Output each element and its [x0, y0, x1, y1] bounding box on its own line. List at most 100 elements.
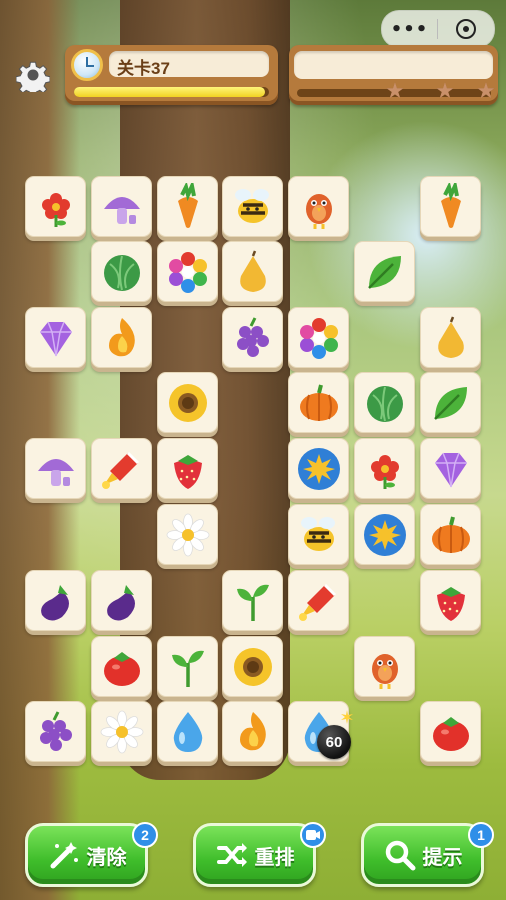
more-menu-button[interactable]: •••: [382, 19, 437, 40]
tile[interactable]: [91, 570, 152, 631]
grape-icon: [237, 317, 269, 357]
strawberry-icon: [437, 587, 465, 621]
bee-icon: [301, 517, 335, 551]
tile[interactable]: [25, 176, 86, 237]
eggplant-icon: [41, 585, 69, 621]
tile[interactable]: [25, 438, 86, 499]
tile[interactable]: [420, 176, 481, 237]
hint-button[interactable]: 提示: [361, 823, 484, 887]
clear-button[interactable]: 清除: [25, 823, 148, 887]
flame-icon: [240, 712, 266, 751]
level-name-field: 关卡37: [109, 51, 269, 78]
magnifier-icon: [385, 840, 415, 871]
gear-icon[interactable]: [16, 58, 50, 92]
shuffle-button[interactable]: 重排: [193, 823, 316, 887]
tile[interactable]: [157, 438, 218, 499]
tile[interactable]: [420, 438, 481, 499]
tile[interactable]: [91, 438, 152, 499]
sun-badge-icon: [364, 514, 406, 556]
flower-icon: [371, 455, 399, 489]
tile[interactable]: [157, 701, 218, 762]
rocket-icon: [102, 451, 140, 489]
tile[interactable]: [222, 241, 283, 302]
tile[interactable]: [420, 372, 481, 433]
tile[interactable]: [25, 701, 86, 762]
tile[interactable]: [157, 636, 218, 697]
tile[interactable]: [354, 504, 415, 565]
pumpkin-icon: [300, 384, 338, 421]
tile[interactable]: [420, 307, 481, 368]
clock-icon: [71, 49, 103, 81]
gem-icon: [435, 452, 467, 488]
tile[interactable]: [288, 176, 349, 237]
sunflower-icon: [169, 384, 207, 422]
tile[interactable]: [288, 372, 349, 433]
leaf-icon: [434, 387, 467, 420]
gem-icon: [40, 321, 72, 357]
carrot-icon: [441, 183, 461, 228]
cabbage-icon: [367, 386, 403, 422]
tile[interactable]: [222, 307, 283, 368]
tile[interactable]: [91, 307, 152, 368]
tile[interactable]: [288, 438, 349, 499]
sprout-icon: [172, 650, 204, 687]
strawberry-icon: [174, 455, 202, 489]
tile[interactable]: [222, 176, 283, 237]
star-panel: ★ ★ ★: [289, 45, 498, 105]
tile[interactable]: [157, 241, 218, 302]
grape-icon: [40, 711, 72, 751]
clear-count-badge: 2: [132, 822, 158, 848]
tile[interactable]: [354, 372, 415, 433]
star-icon: ★: [476, 79, 496, 104]
rainbow-flower-icon: [169, 252, 207, 293]
sunflower-icon: [234, 648, 272, 686]
tile[interactable]: [354, 438, 415, 499]
tile[interactable]: [354, 241, 415, 302]
tile[interactable]: [25, 570, 86, 631]
target-icon: [456, 19, 476, 39]
level-progress-fill: [74, 87, 266, 97]
sprout-icon: [237, 584, 269, 621]
bird-icon: [306, 194, 332, 229]
star-name-field: [294, 51, 493, 79]
tile[interactable]: [222, 701, 283, 762]
tile[interactable]: [91, 241, 152, 302]
tomato-icon: [104, 652, 140, 686]
tile[interactable]: [288, 570, 349, 631]
level-panel: 关卡37: [65, 45, 278, 105]
sun-badge-icon: [298, 448, 340, 490]
miniprogram-capsule: •••: [381, 10, 495, 48]
tile[interactable]: [420, 570, 481, 631]
tile[interactable]: [288, 504, 349, 565]
tile[interactable]: [354, 636, 415, 697]
tile[interactable]: [91, 701, 152, 762]
tile[interactable]: [157, 176, 218, 237]
tile[interactable]: [288, 307, 349, 368]
mushroom-icon: [38, 459, 74, 486]
pear-icon: [240, 250, 266, 292]
pear-icon: [438, 316, 464, 358]
rainbow-flower-icon: [300, 318, 338, 359]
tile[interactable]: [222, 570, 283, 631]
bird-icon: [372, 654, 398, 689]
clear-button-label: 清除: [86, 844, 127, 869]
tile[interactable]: [25, 307, 86, 368]
star-icon: ★: [435, 79, 455, 104]
tile[interactable]: [91, 176, 152, 237]
tile[interactable]: [420, 701, 481, 762]
carrot-icon: [178, 183, 198, 228]
tile[interactable]: [157, 504, 218, 565]
level-progress-bar: [74, 87, 269, 97]
tile[interactable]: [420, 504, 481, 565]
hint-button-label: 提示: [422, 844, 463, 869]
mushroom-icon: [104, 197, 140, 224]
tile[interactable]: [157, 372, 218, 433]
spark-icon: [341, 710, 353, 724]
tile[interactable]: [91, 636, 152, 697]
video-ad-badge: [300, 822, 326, 848]
flower-icon: [42, 193, 70, 227]
tile[interactable]: [222, 636, 283, 697]
close-miniprogram-button[interactable]: [438, 19, 494, 39]
video-icon: [306, 830, 320, 840]
flame-icon: [109, 318, 135, 357]
